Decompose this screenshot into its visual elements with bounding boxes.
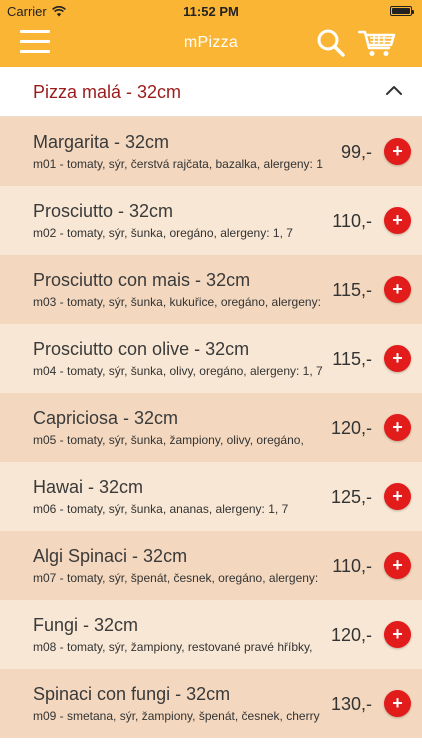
battery-icon — [390, 6, 414, 16]
item-name: Spinaci con fungi - 32cm — [33, 684, 231, 704]
category-title: Pizza malá - 32cm — [33, 82, 182, 102]
item-price: 115,- — [332, 280, 372, 300]
item-price: 99,- — [340, 142, 372, 162]
add-to-cart-button[interactable]: + — [384, 276, 411, 303]
list-item[interactable]: Prosciutto con olive - 32cm m04 - tomaty… — [0, 324, 422, 393]
item-price: 130,- — [330, 694, 372, 714]
list-item[interactable]: Hawai - 32cm m06 - tomaty, sýr, šunka, a… — [0, 462, 422, 531]
item-name: Prosciutto con olive - 32cm — [33, 339, 250, 359]
add-to-cart-button[interactable]: + — [384, 690, 411, 717]
item-description: m02 - tomaty, sýr, šunka, oregáno, alerg… — [33, 226, 293, 240]
add-to-cart-button[interactable]: + — [384, 552, 411, 579]
item-price: 125,- — [330, 487, 372, 507]
item-description: m01 - tomaty, sýr, čerstvá rajčata, baza… — [33, 157, 323, 171]
status-bar: Carrier 11:52 PM — [0, 0, 422, 22]
item-description: m08 - tomaty, sýr, žampiony, restované p… — [33, 640, 313, 654]
item-name: Hawai - 32cm — [33, 477, 144, 497]
item-description: m05 - tomaty, sýr, šunka, žampiony, oliv… — [33, 433, 304, 447]
item-name: Capriciosa - 32cm — [33, 408, 179, 428]
add-to-cart-button[interactable]: + — [384, 483, 411, 510]
item-description: m09 - smetana, sýr, žampiony, špenát, če… — [33, 709, 320, 723]
item-price: 110,- — [332, 556, 372, 576]
item-description: m03 - tomaty, sýr, šunka, kukuřice, oreg… — [33, 295, 321, 309]
item-price: 115,- — [332, 349, 372, 369]
list-item[interactable]: Prosciutto con mais - 32cm m03 - tomaty,… — [0, 255, 422, 324]
item-name: Margarita - 32cm — [33, 132, 170, 152]
menu-icon — [20, 30, 50, 33]
item-name: Algi Spinaci - 32cm — [33, 546, 188, 566]
add-to-cart-button[interactable]: + — [384, 207, 411, 234]
item-description: m07 - tomaty, sýr, špenát, česnek, oregá… — [33, 571, 319, 585]
add-to-cart-button[interactable]: + — [384, 138, 411, 165]
list-item[interactable]: Fungi - 32cm m08 - tomaty, sýr, žampiony… — [0, 600, 422, 669]
app-header: Carrier 11:52 PM mPizza — [0, 0, 422, 67]
status-time: 11:52 PM — [183, 4, 239, 19]
category-header[interactable]: Pizza malá - 32cm — [0, 67, 422, 117]
item-price: 110,- — [332, 211, 372, 231]
chevron-up-icon[interactable] — [385, 84, 403, 96]
list-item[interactable]: Margarita - 32cm m01 - tomaty, sýr, čers… — [0, 117, 422, 186]
add-to-cart-button[interactable]: + — [384, 414, 411, 441]
item-name: Prosciutto con mais - 32cm — [33, 270, 251, 290]
item-description: m06 - tomaty, sýr, šunka, ananas, alerge… — [33, 502, 289, 516]
pizza-list: Margarita - 32cm m01 - tomaty, sýr, čers… — [0, 117, 422, 738]
search-icon — [317, 29, 345, 57]
list-item[interactable]: Prosciutto - 32cm m02 - tomaty, sýr, šun… — [0, 186, 422, 255]
item-price: 120,- — [330, 418, 372, 438]
list-item[interactable]: Spinaci con fungi - 32cm m09 - smetana, … — [0, 669, 422, 738]
add-to-cart-button[interactable]: + — [384, 621, 411, 648]
add-to-cart-button[interactable]: + — [384, 345, 411, 372]
cart-icon — [357, 30, 396, 56]
item-description: m04 - tomaty, sýr, šunka, olivy, oregáno… — [33, 364, 323, 378]
item-price: 120,- — [330, 625, 372, 645]
cart-button[interactable] — [357, 28, 396, 58]
list-item[interactable]: Capriciosa - 32cm m05 - tomaty, sýr, šun… — [0, 393, 422, 462]
search-button[interactable] — [316, 28, 346, 58]
list-item[interactable]: Algi Spinaci - 32cm m07 - tomaty, sýr, š… — [0, 531, 422, 600]
item-name: Fungi - 32cm — [33, 615, 139, 635]
item-name: Prosciutto - 32cm — [33, 201, 174, 221]
